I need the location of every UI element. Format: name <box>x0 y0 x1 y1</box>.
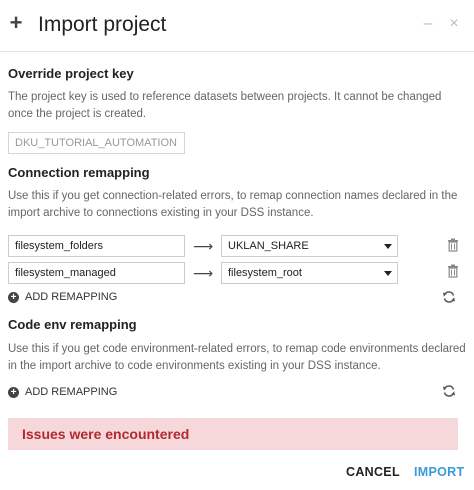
code-env-remapping-description: Use this if you get code environment-rel… <box>8 343 466 372</box>
add-connection-remapping-button[interactable]: + ADD REMAPPING <box>8 290 117 304</box>
connection-target-select[interactable]: UKLAN_SHARE <box>221 235 398 257</box>
import-button[interactable]: IMPORT <box>414 464 464 480</box>
issues-alert: Issues were encountered <box>8 418 458 450</box>
arrow-right-icon: ⟶ <box>193 265 214 281</box>
minimize-button[interactable]: – <box>420 14 436 34</box>
plus-icon: + <box>9 10 23 35</box>
add-remapping-label: ADD REMAPPING <box>25 291 118 303</box>
code-env-remapping-title: Code env remapping <box>8 317 137 332</box>
dialog-title: Import project <box>38 13 167 36</box>
alert-text: Issues were encountered <box>22 426 190 442</box>
connection-remapping-description: Use this if you get connection-related e… <box>8 190 458 219</box>
caret-down-icon <box>384 244 392 249</box>
caret-down-icon <box>384 271 392 276</box>
connection-target-value: UKLAN_SHARE <box>228 240 309 252</box>
project-key-description: The project key is used to reference dat… <box>8 91 442 120</box>
cancel-button[interactable]: CANCEL <box>346 464 400 480</box>
trash-icon[interactable] <box>447 264 459 278</box>
refresh-icon[interactable] <box>442 384 456 398</box>
arrow-right-icon: ⟶ <box>193 238 214 254</box>
add-remapping-label: ADD REMAPPING <box>25 386 118 398</box>
override-project-key-title: Override project key <box>8 66 134 81</box>
plus-circle-icon: + <box>8 386 19 398</box>
dialog-header: + Import project – × <box>0 0 474 52</box>
project-key-input[interactable]: DKU_TUTORIAL_AUTOMATION <box>8 132 185 154</box>
connection-source-input[interactable]: filesystem_managed <box>8 262 185 284</box>
add-code-env-remapping-button[interactable]: + ADD REMAPPING <box>8 385 117 399</box>
trash-icon[interactable] <box>447 238 459 252</box>
connection-source-input[interactable]: filesystem_folders <box>8 235 185 257</box>
plus-circle-icon: + <box>8 291 19 303</box>
refresh-icon[interactable] <box>442 290 456 304</box>
connection-remapping-title: Connection remapping <box>8 165 150 180</box>
connection-target-value: filesystem_root <box>228 267 302 279</box>
close-button[interactable]: × <box>446 14 462 34</box>
connection-target-select[interactable]: filesystem_root <box>221 262 398 284</box>
